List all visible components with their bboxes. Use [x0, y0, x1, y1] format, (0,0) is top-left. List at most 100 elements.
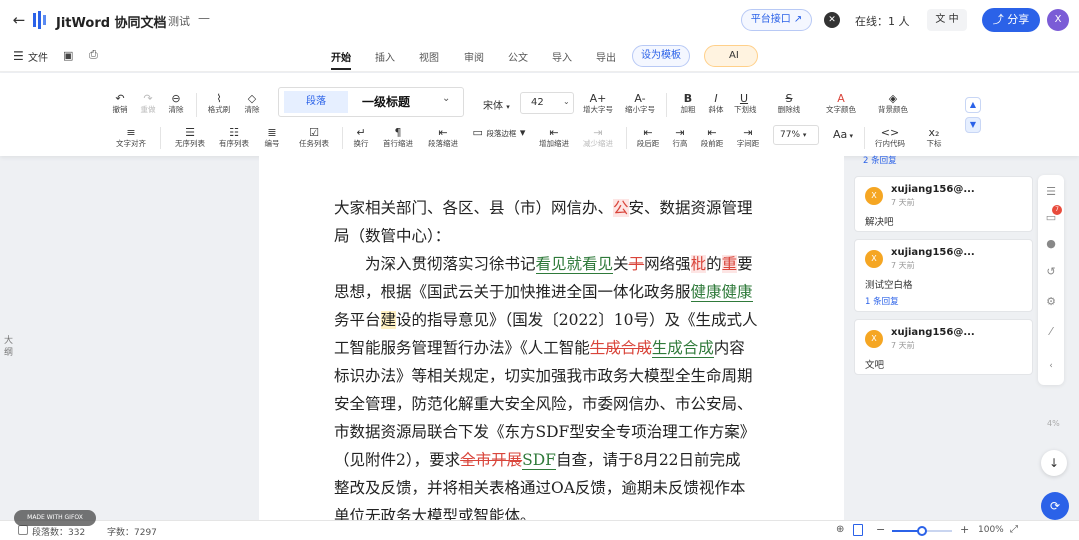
globe-icon[interactable]: ⊕	[836, 524, 844, 535]
bold-button[interactable]: B 加粗	[678, 93, 698, 115]
redo-button[interactable]: ↷ 重做	[138, 93, 158, 115]
save-icon[interactable]: ▣	[63, 49, 73, 62]
document-line[interactable]: 市数据资源局联合下发《东方SDF型安全专项治理工作方案》	[334, 418, 774, 446]
comment-card[interactable]: X xujiang156@... 7 天前 文吧	[854, 319, 1033, 375]
indent-icon: ⇤	[438, 126, 448, 139]
document-line[interactable]: 整改及反馈，并将相关表格通过OA反馈，逾期未反馈视作本	[334, 474, 774, 502]
assistant-button[interactable]: ⟳	[1041, 492, 1069, 520]
decrease-indent-button[interactable]: ⇥ 减少缩进	[580, 127, 616, 149]
font-family-select[interactable]: 宋体 ▾	[483, 97, 510, 112]
space-after-button[interactable]: ⇤ 段后距	[634, 127, 662, 149]
user-avatar[interactable]: X	[1047, 9, 1069, 31]
letter-spacing-button[interactable]: ⇥ 字间距	[734, 127, 762, 149]
doc-menu-dash[interactable]: —	[198, 11, 210, 25]
paragraph-border-button[interactable]: ▭ 段落边框 ▾	[470, 127, 528, 139]
document-line[interactable]: （见附件2），要求全市开展SDF自查，请于8月22日前完成	[334, 446, 774, 474]
tab-view[interactable]: 视图	[419, 49, 439, 64]
document-page[interactable]: 大家相关部门、各区、县（市）网信办、公安、数据资源管理 局（数管中心）： 为深入贯…	[259, 156, 844, 520]
undo-button[interactable]: ↶ 撤销	[110, 93, 130, 115]
paragraph-indent-button[interactable]: ⇤ 段落缩进	[424, 127, 462, 149]
page-view-icon[interactable]	[853, 524, 863, 536]
tab-import[interactable]: 导入	[552, 49, 572, 64]
fit-width-icon[interactable]: ⤢	[1010, 524, 1018, 535]
task-list-button[interactable]: ☑ 任务列表	[296, 127, 332, 149]
text-color-button[interactable]: A 文字颜色	[822, 93, 860, 115]
tab-review[interactable]: 审阅	[464, 49, 484, 64]
zoom-slider[interactable]	[892, 526, 952, 536]
comment-card[interactable]: X xujiang156@... 7 天前 测试空白格 1 条回复	[854, 239, 1033, 312]
italic-button[interactable]: I 斜体	[706, 93, 726, 115]
document-line[interactable]: 工智能服务管理暂行办法》《人工智能生成合成生成合成内容	[334, 334, 774, 362]
format-painter-button[interactable]: ⌇ 格式刷	[204, 93, 234, 115]
line-break-button[interactable]: ↵ 换行	[350, 127, 372, 149]
document-line[interactable]: 大家相关部门、各区、县（市）网信办、公安、数据资源管理	[334, 194, 774, 222]
toolbar-collapse-up-icon[interactable]: ▲	[965, 97, 981, 113]
clear-button[interactable]: ⊖ 清除	[166, 93, 186, 115]
close-icon[interactable]: ✕	[824, 12, 840, 28]
document-line[interactable]: 务平台建设的指导意见》（国发〔2022〕10号）及《生成式人	[334, 306, 774, 334]
bullet-list-button[interactable]: ☰ 无序列表	[172, 127, 208, 149]
chevron-down-icon[interactable]: ⌄	[563, 97, 570, 106]
space-before-button[interactable]: ⇤ 段前距	[698, 127, 726, 149]
subscript-button[interactable]: x₂ 下标	[922, 127, 946, 149]
print-icon[interactable]: ⎙	[89, 48, 98, 62]
set-template-button[interactable]: 设为模板	[632, 45, 690, 67]
tab-start[interactable]: 开始	[331, 49, 351, 64]
zoom-out-icon[interactable]: −	[876, 523, 885, 536]
tab-insert[interactable]: 插入	[375, 49, 395, 64]
text-align-button[interactable]: ≡ 文字对齐	[110, 127, 152, 149]
numbering-button[interactable]: ≣ 编号	[260, 127, 284, 149]
back-arrow-icon[interactable]: ←	[10, 11, 28, 29]
space-before-icon: ⇤	[707, 126, 717, 139]
ai-button[interactable]: AI	[704, 45, 758, 67]
doc-stats-icon	[18, 525, 28, 535]
tab-export[interactable]: 导出	[596, 49, 616, 64]
clear-format-button[interactable]: ◇ 清除	[242, 93, 262, 115]
magic-wand-icon[interactable]: ⁄	[1038, 325, 1064, 338]
first-line-indent-button[interactable]: ¶ 首行缩进	[380, 127, 416, 149]
style-paragraph[interactable]: 段落	[284, 91, 348, 113]
comment-card[interactable]: X xujiang156@... 7 天前 解决吧	[854, 176, 1033, 232]
document-line[interactable]: 标识办法》等相关规定，切实加强我市政务大模型全生命周期	[334, 362, 774, 390]
document-line[interactable]: 安全管理，防范化解重大安全风险，市委网信办、市公安局、	[334, 390, 774, 418]
ordered-list-button[interactable]: ☷ 有序列表	[216, 127, 252, 149]
tab-official[interactable]: 公文	[508, 49, 528, 64]
document-line[interactable]: 为深入贯彻落实习徐书记看见就看见关于网络强枇的重要	[334, 250, 774, 278]
background-color-button[interactable]: ◈ 背景颜色	[874, 93, 912, 115]
increase-font-button[interactable]: A+ 增大字号	[582, 93, 614, 115]
inline-code-button[interactable]: <> 行内代码	[872, 127, 908, 149]
decrease-font-button[interactable]: A- 缩小字号	[624, 93, 656, 115]
comment-replies-link[interactable]: 1 条回复	[865, 295, 899, 307]
toolbar-expand-down-icon[interactable]: ▼	[965, 117, 981, 133]
info-icon[interactable]: ●	[1038, 237, 1064, 250]
document-line[interactable]: 单位无政务大模型或智能体。	[334, 502, 774, 520]
comment-replies-link[interactable]: 2 条回复	[863, 154, 897, 166]
list-icon[interactable]: ☰	[1038, 185, 1064, 198]
document-body[interactable]: 大家相关部门、各区、县（市）网信办、公安、数据资源管理 局（数管中心）： 为深入贯…	[334, 194, 774, 520]
zoom-select[interactable]: 77% ▾	[773, 125, 819, 145]
share-button[interactable]: ⤴ 分享	[982, 8, 1040, 32]
platform-api-button[interactable]: 平台接口 ↗	[741, 9, 812, 31]
scroll-down-button[interactable]: ↓	[1041, 450, 1067, 476]
document-line[interactable]: 局（数管中心）：	[334, 222, 774, 250]
chevron-left-icon[interactable]: ‹	[1038, 361, 1064, 371]
tracked-insertion: 生成合成	[651, 339, 714, 358]
strikethrough-button[interactable]: S 删除线	[776, 93, 802, 115]
outline-toggle[interactable]: 大纲	[4, 335, 16, 359]
line-height-button[interactable]: ⇥ 行高	[668, 127, 692, 149]
language-switch[interactable]: 文 中	[927, 9, 967, 31]
underline-button[interactable]: U 下划线	[734, 93, 757, 115]
case-button[interactable]: Aa ▾	[830, 129, 856, 141]
file-menu[interactable]: 文件	[28, 49, 48, 64]
doc-name[interactable]: 测试	[168, 13, 190, 29]
increase-indent-button[interactable]: ⇤ 增加缩进	[536, 127, 572, 149]
numbering-icon: ≣	[267, 126, 277, 139]
document-line[interactable]: 思想，根据《国武云关于加快推进全国一体化政务服健康健康	[334, 278, 774, 306]
zoom-slider-handle[interactable]	[917, 526, 927, 536]
history-icon[interactable]: ↺	[1038, 265, 1064, 278]
chevron-down-icon[interactable]: ⌄	[442, 93, 450, 104]
zoom-in-icon[interactable]: +	[960, 523, 969, 536]
style-heading-1[interactable]: 一级标题	[362, 93, 410, 110]
hamburger-icon[interactable]: ☰	[13, 49, 24, 63]
settings-icon[interactable]: ⚙	[1038, 295, 1064, 308]
